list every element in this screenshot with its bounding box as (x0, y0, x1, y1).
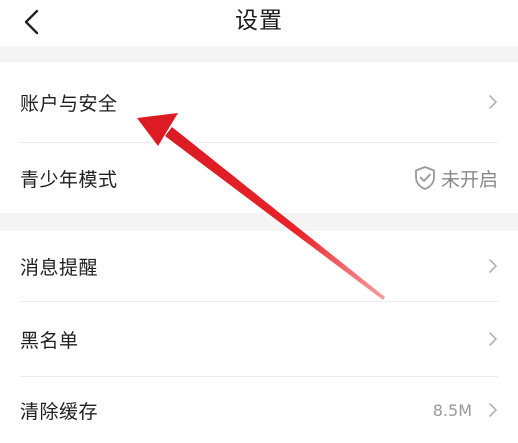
teen-mode-status: 未开启 (413, 143, 498, 213)
chevron-right-icon (488, 231, 498, 301)
section-gap (0, 46, 518, 62)
section-gap (0, 213, 518, 231)
settings-item-label: 清除缓存 (20, 400, 99, 423)
settings-item-teen-mode[interactable]: 青少年模式 未开启 (0, 143, 518, 213)
settings-item-label: 青少年模式 (20, 168, 118, 191)
cache-size-value: 8.5M (432, 400, 472, 420)
teen-mode-status-text: 未开启 (440, 168, 498, 191)
settings-item-clear-cache[interactable]: 清除缓存 8.5M (0, 377, 518, 443)
chevron-right-icon (488, 377, 498, 443)
settings-item-label: 黑名单 (20, 329, 79, 352)
chevron-right-icon (488, 62, 498, 142)
settings-item-label: 账户与安全 (20, 92, 118, 115)
settings-item-notifications[interactable]: 消息提醒 (0, 231, 518, 301)
shield-check-icon (413, 165, 437, 191)
settings-item-blacklist[interactable]: 黑名单 (0, 302, 518, 376)
chevron-right-icon (488, 302, 498, 376)
page-title: 设置 (235, 8, 283, 34)
settings-item-label: 消息提醒 (20, 256, 99, 279)
header-bar: 设置 (0, 0, 518, 46)
settings-item-account-security[interactable]: 账户与安全 (0, 62, 518, 142)
